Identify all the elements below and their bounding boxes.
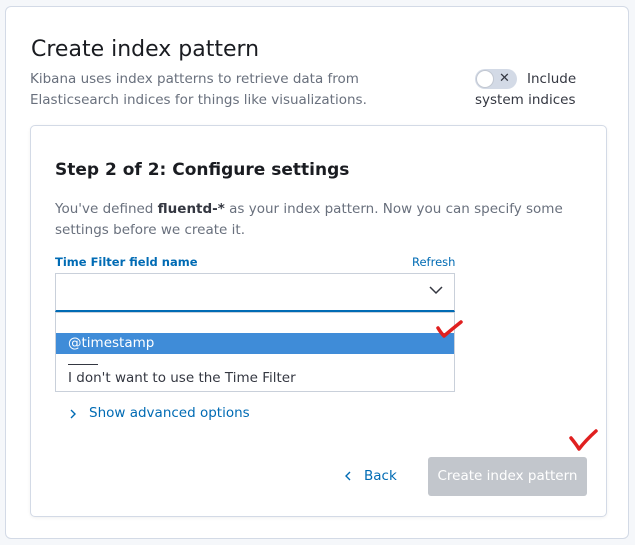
time-filter-field-select[interactable] bbox=[55, 273, 455, 312]
back-button-label: Back bbox=[364, 468, 397, 484]
index-pattern-name: fluentd-* bbox=[157, 201, 225, 217]
chevron-left-icon bbox=[345, 471, 351, 481]
refresh-link[interactable]: Refresh bbox=[412, 255, 455, 269]
include-system-indices-switch[interactable]: ✕ bbox=[475, 69, 517, 89]
create-index-pattern-button[interactable]: Create index pattern bbox=[428, 457, 587, 496]
page-title: Create index pattern bbox=[31, 37, 260, 62]
red-checkmark-annotation bbox=[569, 429, 598, 451]
step-description-prefix: You've defined bbox=[55, 201, 158, 217]
index-pattern-page-panel: Create index pattern Kibana uses index p… bbox=[5, 6, 629, 539]
show-advanced-options-label: Show advanced options bbox=[89, 405, 250, 421]
chevron-down-icon bbox=[429, 286, 443, 295]
dropdown-option-no-time-filter[interactable]: I don't want to use the Time Filter bbox=[68, 368, 296, 389]
dropdown-divider bbox=[68, 364, 98, 365]
time-filter-dropdown-list: @timestamp I don't want to use the Time … bbox=[55, 312, 455, 392]
page-subtitle: Kibana uses index patterns to retrieve d… bbox=[30, 71, 367, 108]
step-title: Step 2 of 2: Configure settings bbox=[55, 160, 350, 180]
step-description: You've defined fluentd-* as your index p… bbox=[55, 199, 565, 241]
toggle-knob bbox=[476, 70, 494, 88]
show-advanced-options-link[interactable]: Show advanced options bbox=[67, 403, 250, 424]
cross-icon: ✕ bbox=[499, 71, 510, 86]
dropdown-option-timestamp[interactable]: @timestamp bbox=[56, 333, 454, 354]
time-filter-field-label: Time Filter field name bbox=[55, 255, 198, 269]
red-checkmark-annotation bbox=[436, 320, 463, 338]
chevron-right-icon bbox=[70, 409, 76, 419]
configure-settings-panel: Step 2 of 2: Configure settings You've d… bbox=[30, 125, 607, 517]
back-button[interactable]: Back bbox=[336, 461, 402, 491]
